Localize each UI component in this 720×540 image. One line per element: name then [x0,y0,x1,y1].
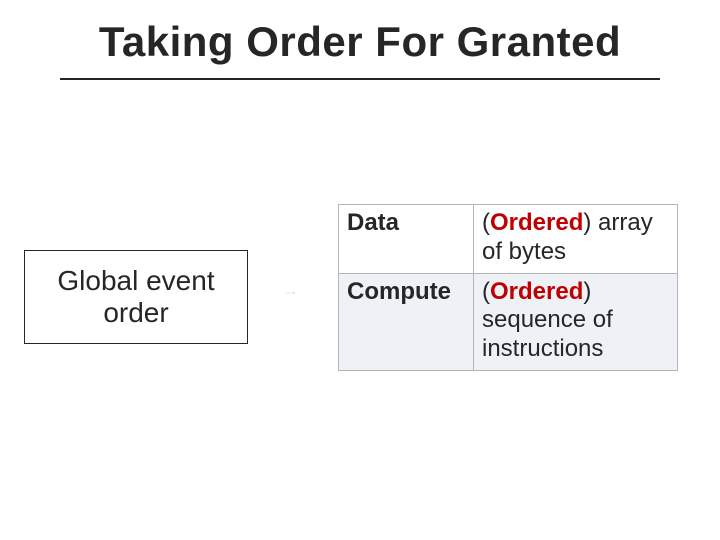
definitions-table: Data (Ordered) array of bytes Compute (O… [338,204,678,371]
ordered-keyword: Ordered [490,209,583,236]
paren-close: ) [583,209,591,236]
row-description: (Ordered) array of bytes [474,205,678,274]
table-row: Compute (Ordered) sequence of instructio… [339,273,678,370]
ordered-keyword: Ordered [490,278,583,305]
paren-close: ) [583,278,591,305]
paren-open: ( [482,209,490,236]
global-event-order-box: Global event order [24,250,248,344]
row-desc-text: sequence of instructions [482,306,613,362]
paren-open: ( [482,278,490,305]
title-underline [60,78,660,80]
left-box-line1: Global event [57,265,214,296]
row-label: Data [339,205,474,274]
left-box-line2: order [103,297,168,328]
row-label: Compute [339,273,474,370]
table-row: Data (Ordered) array of bytes [339,205,678,274]
arrow-right-icon [240,292,340,294]
row-description: (Ordered) sequence of instructions [474,273,678,370]
slide-title: Taking Order For Granted [0,18,720,66]
